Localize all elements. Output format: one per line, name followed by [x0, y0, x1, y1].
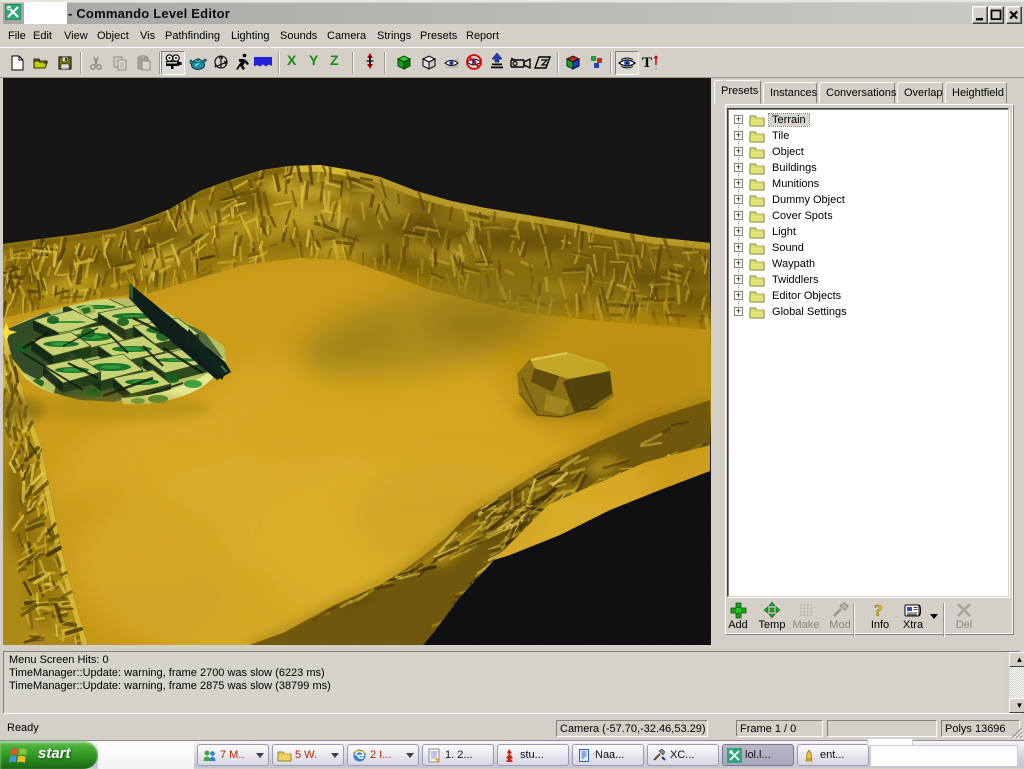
svg-text:?: ?: [874, 601, 883, 619]
svg-text:T: T: [642, 55, 652, 71]
